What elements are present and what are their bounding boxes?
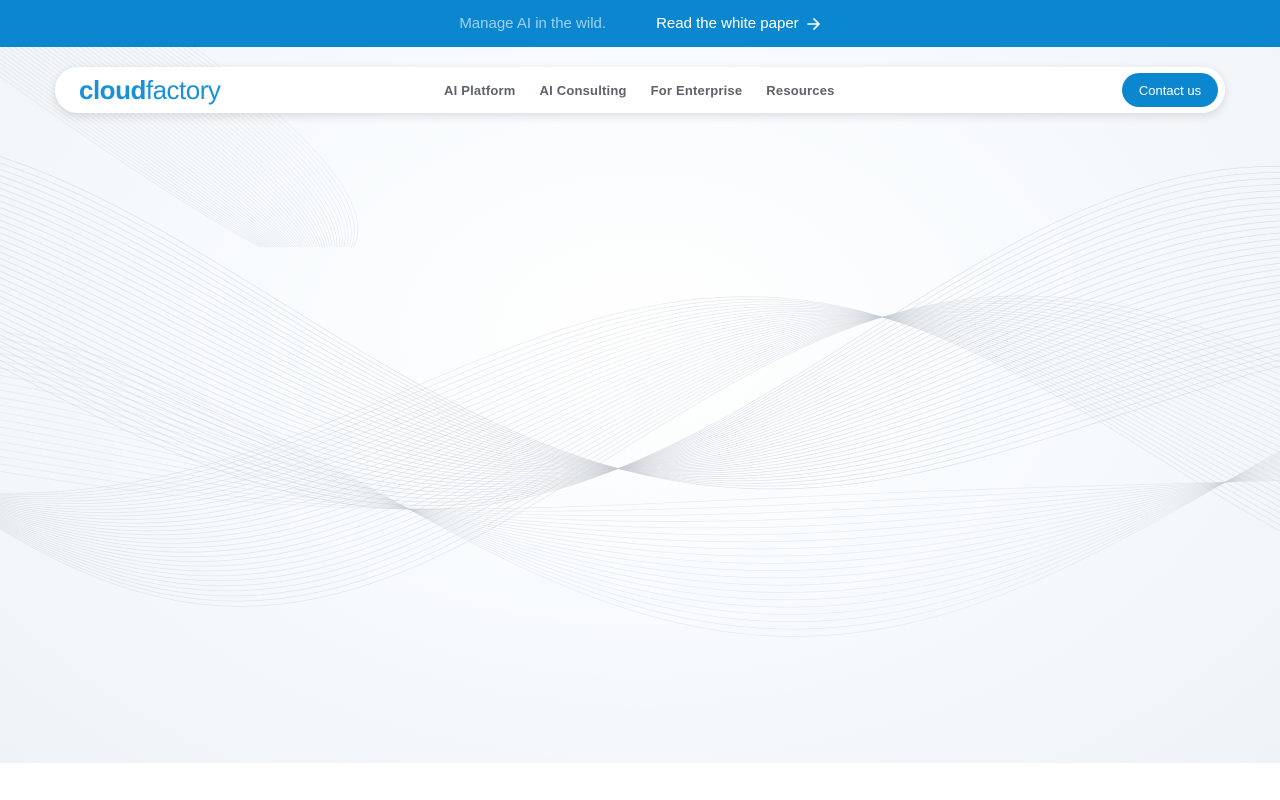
white-paper-link[interactable]: Read the white paper (656, 15, 821, 32)
wave-line (0, 168, 1280, 484)
wave-line (0, 295, 1280, 607)
wave-line (0, 232, 1280, 470)
main-navbar: cloudfactory AI Platform AI Consulting F… (55, 67, 1225, 113)
wave-line (0, 244, 1280, 475)
nav-link-ai-platform[interactable]: AI Platform (444, 83, 516, 98)
hero-section (0, 47, 1280, 763)
wave-line (0, 190, 1280, 496)
white-paper-link-label: Read the white paper (656, 15, 799, 32)
contact-us-button[interactable]: Contact us (1122, 73, 1218, 107)
wave-line (0, 172, 1280, 506)
wave-line (0, 303, 1280, 514)
wave-line (0, 353, 1280, 615)
wave-line (0, 314, 1280, 520)
logo-bold-part: cloud (79, 75, 146, 105)
wave-line (0, 298, 1280, 526)
wave-line (0, 300, 1280, 597)
nav-link-resources[interactable]: Resources (766, 83, 834, 98)
logo-light-part: factory (145, 75, 221, 105)
nav-link-for-enterprise[interactable]: For Enterprise (651, 83, 743, 98)
wave-line (0, 200, 1280, 474)
wave-line (0, 238, 1280, 476)
arrow-right-icon (806, 17, 820, 30)
wave-line (0, 251, 1280, 470)
announcement-bar: Manage AI in the wild. Read the white pa… (0, 0, 1280, 47)
nav-links: AI Platform AI Consulting For Enterprise… (444, 67, 835, 113)
wave-line (0, 219, 1280, 471)
wave-line (0, 208, 1280, 487)
wave-line (0, 188, 1280, 477)
cloudfactory-logo[interactable]: cloudfactory (79, 75, 221, 105)
wave-line (0, 202, 1280, 490)
wave-line (0, 441, 1280, 529)
wave-line (0, 250, 1280, 473)
wave-line (0, 310, 1280, 572)
nav-link-ai-consulting[interactable]: AI Consulting (540, 83, 627, 98)
wave-line (0, 184, 1280, 500)
wave-line (0, 213, 1280, 471)
wave-line (0, 316, 1280, 532)
announcement-text: Manage AI in the wild. (459, 15, 607, 32)
wave-mesh-background (0, 47, 1280, 637)
